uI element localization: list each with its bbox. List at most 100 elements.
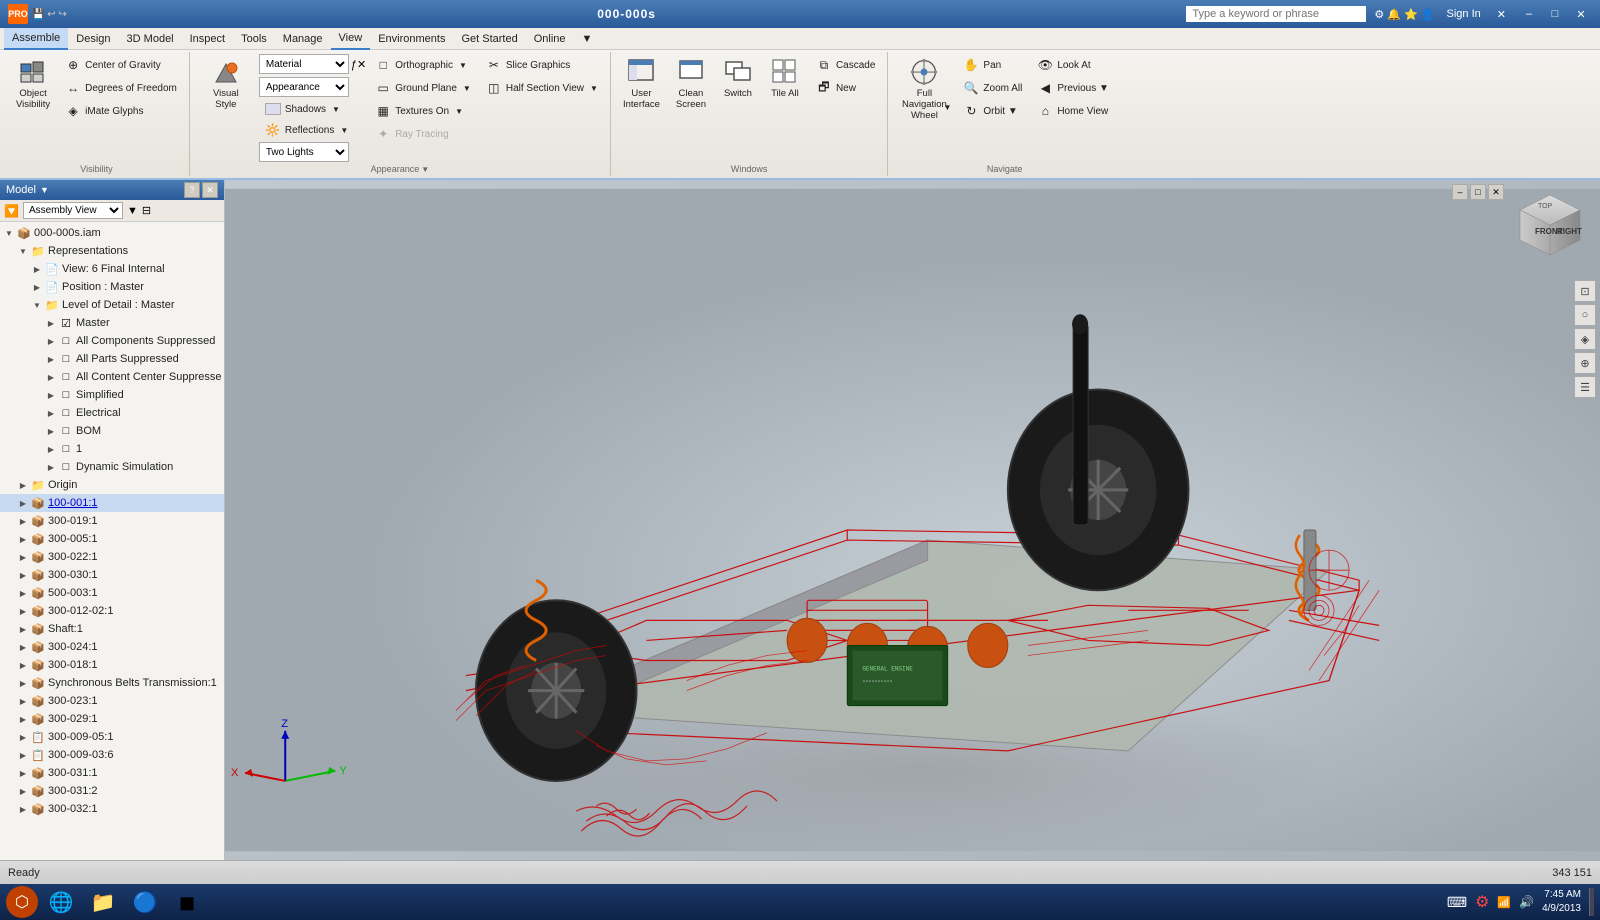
menu-item-inspect[interactable]: Inspect bbox=[182, 28, 233, 50]
tree-expander[interactable]: ▶ bbox=[16, 604, 30, 618]
user-interface-button[interactable]: UserInterface bbox=[617, 54, 666, 114]
tree-expander[interactable]: ▶ bbox=[16, 676, 30, 690]
menu-item-online[interactable]: Online bbox=[526, 28, 574, 50]
ray-tracing-button[interactable]: ✦ Ray Tracing bbox=[369, 123, 477, 145]
keyboard-icon[interactable]: ⌨ bbox=[1447, 894, 1467, 911]
lights-select[interactable]: Two Lights bbox=[259, 142, 349, 162]
tree-item-all-parts-sup[interactable]: ▶□All Parts Suppressed bbox=[0, 350, 224, 368]
material-select[interactable]: Material bbox=[259, 54, 349, 74]
ground-plane-button[interactable]: ▭ Ground Plane ▼ bbox=[369, 77, 477, 99]
tree-item-300-031-1[interactable]: ▶📦300-031:1 bbox=[0, 764, 224, 782]
tree-item-view6[interactable]: ▶📄View: 6 Final Internal bbox=[0, 260, 224, 278]
model-panel-arrow[interactable]: ▼ bbox=[40, 185, 49, 195]
tree-item-300-005-1[interactable]: ▶📦300-005:1 bbox=[0, 530, 224, 548]
shadows-button[interactable]: Shadows ▼ bbox=[259, 100, 346, 118]
tree-item-all-content-sup[interactable]: ▶□All Content Center Suppresse bbox=[0, 368, 224, 386]
tree-expander[interactable]: ▶ bbox=[16, 550, 30, 564]
imate-glyphs-button[interactable]: ◈ iMate Glyphs bbox=[59, 100, 183, 122]
assembly-view-select[interactable]: Assembly View bbox=[23, 202, 123, 219]
show-desktop-button[interactable] bbox=[1589, 888, 1594, 916]
tree-expander[interactable]: ▶ bbox=[44, 406, 58, 420]
ie-taskbar-button[interactable]: 🌐 bbox=[42, 887, 80, 917]
tree-item-root[interactable]: ▼📦000-000s.iam bbox=[0, 224, 224, 242]
tree-expander[interactable]: ▶ bbox=[16, 514, 30, 528]
tree-expander[interactable]: ▶ bbox=[16, 568, 30, 582]
signin-label[interactable]: Sign In bbox=[1447, 8, 1481, 20]
tree-expander[interactable]: ▶ bbox=[16, 640, 30, 654]
tree-item-100-001-1[interactable]: ▶📦100-001:1 bbox=[0, 494, 224, 512]
antivirus-icon[interactable]: ⚙ bbox=[1475, 892, 1489, 912]
tree-item-shaft-1[interactable]: ▶📦Shaft:1 bbox=[0, 620, 224, 638]
help-icon[interactable]: ✕ bbox=[1497, 8, 1506, 21]
tree-expander[interactable]: ▶ bbox=[30, 280, 44, 294]
home-view-button[interactable]: ⌂ Home View bbox=[1031, 100, 1115, 122]
tree-expander[interactable]: ▶ bbox=[16, 532, 30, 546]
tree-expander[interactable]: ▶ bbox=[16, 784, 30, 798]
tree-expander[interactable]: ▶ bbox=[44, 316, 58, 330]
volume-icon[interactable]: 🔊 bbox=[1519, 895, 1534, 909]
tree-expander[interactable]: ▶ bbox=[44, 352, 58, 366]
pan-button[interactable]: ✋ Pan bbox=[957, 54, 1028, 76]
tree-expander[interactable]: ▶ bbox=[16, 730, 30, 744]
tree-expander[interactable]: ▼ bbox=[30, 298, 44, 312]
tree-item-300-018-1[interactable]: ▶📦300-018:1 bbox=[0, 656, 224, 674]
tree-expander[interactable]: ▶ bbox=[44, 442, 58, 456]
tree-item-representations[interactable]: ▼📁Representations bbox=[0, 242, 224, 260]
tree-expander[interactable]: ▶ bbox=[44, 370, 58, 384]
tree-item-origin[interactable]: ▶📁Origin bbox=[0, 476, 224, 494]
panel-close-button[interactable]: ✕ bbox=[202, 182, 218, 198]
previous-button[interactable]: ◀ Previous ▼ bbox=[1031, 77, 1115, 99]
viewport-min-button[interactable]: – bbox=[1452, 184, 1468, 200]
tree-expander[interactable]: ▶ bbox=[44, 460, 58, 474]
clean-screen-button[interactable]: CleanScreen bbox=[669, 54, 713, 114]
view-filter-icon[interactable]: ⊟ bbox=[142, 204, 151, 217]
rt-btn-1[interactable]: ⊡ bbox=[1574, 280, 1596, 302]
menu-item-assemble[interactable]: Assemble bbox=[4, 28, 68, 50]
tree-item-300-022-1[interactable]: ▶📦300-022:1 bbox=[0, 548, 224, 566]
view-options-icon[interactable]: ▼ bbox=[127, 205, 138, 217]
menu-item-design[interactable]: Design bbox=[68, 28, 118, 50]
tile-all-button[interactable]: Tile All bbox=[763, 54, 807, 103]
tree-item-electrical[interactable]: ▶□Electrical bbox=[0, 404, 224, 422]
tree-expander[interactable]: ▼ bbox=[16, 244, 30, 258]
half-section-button[interactable]: ◫ Half Section View ▼ bbox=[480, 77, 604, 99]
menu-item-extra[interactable]: ▼ bbox=[574, 28, 601, 50]
tree-item-position[interactable]: ▶📄Position : Master bbox=[0, 278, 224, 296]
viewport-close-button[interactable]: ✕ bbox=[1488, 184, 1504, 200]
tree-item-300-029-1[interactable]: ▶📦300-029:1 bbox=[0, 710, 224, 728]
look-at-button[interactable]: 👁 Look At bbox=[1031, 54, 1115, 76]
degrees-freedom-button[interactable]: ↔ Degrees of Freedom bbox=[59, 77, 183, 99]
tree-expander[interactable]: ▶ bbox=[16, 496, 30, 510]
tree-expander[interactable]: ▶ bbox=[16, 694, 30, 708]
rt-btn-2[interactable]: ○ bbox=[1574, 304, 1596, 326]
tree-item-300-024-1[interactable]: ▶📦300-024:1 bbox=[0, 638, 224, 656]
switch-button[interactable]: Switch bbox=[716, 54, 760, 103]
orthographic-button[interactable]: □ Orthographic ▼ bbox=[369, 54, 477, 76]
tree-expander[interactable]: ▼ bbox=[2, 226, 16, 240]
viewport-max-button[interactable]: □ bbox=[1470, 184, 1486, 200]
viewcube[interactable]: FRONT RIGHT TOP bbox=[1510, 190, 1590, 270]
slice-graphics-button[interactable]: ✂ Slice Graphics bbox=[480, 54, 604, 76]
orbit-button[interactable]: ↻ Orbit ▼ bbox=[957, 100, 1028, 122]
appearance-select[interactable]: Appearance bbox=[259, 77, 349, 97]
tree-expander[interactable]: ▶ bbox=[30, 262, 44, 276]
chrome-taskbar-button[interactable]: 🔵 bbox=[126, 887, 164, 917]
tree-expander[interactable]: ▶ bbox=[44, 388, 58, 402]
cascade-button[interactable]: ⧉ Cascade bbox=[810, 54, 881, 76]
tree-expander[interactable]: ▶ bbox=[16, 802, 30, 816]
reflections-button[interactable]: 🔆 Reflections ▼ bbox=[259, 119, 354, 141]
app5-taskbar-button[interactable]: ◼ bbox=[168, 887, 206, 917]
tree-item-300-009-05-1[interactable]: ▶📋300-009-05:1 bbox=[0, 728, 224, 746]
center-gravity-button[interactable]: ⊕ Center of Gravity bbox=[59, 54, 183, 76]
menu-item-3dmodel[interactable]: 3D Model bbox=[119, 28, 182, 50]
tree-item-300-012-02-1[interactable]: ▶📦300-012-02:1 bbox=[0, 602, 224, 620]
full-nav-wheel-button[interactable]: Full NavigationWheel ▼ bbox=[894, 54, 954, 125]
panel-help-button[interactable]: ? bbox=[184, 182, 200, 198]
menu-item-view[interactable]: View bbox=[331, 28, 371, 50]
tree-expander[interactable]: ▶ bbox=[16, 622, 30, 636]
menu-item-getstarted[interactable]: Get Started bbox=[453, 28, 525, 50]
new-window-button[interactable]: 🗗 New bbox=[810, 77, 881, 99]
tree-item-lod[interactable]: ▼📁Level of Detail : Master bbox=[0, 296, 224, 314]
search-input[interactable] bbox=[1186, 6, 1366, 22]
tree-expander[interactable]: ▶ bbox=[16, 478, 30, 492]
